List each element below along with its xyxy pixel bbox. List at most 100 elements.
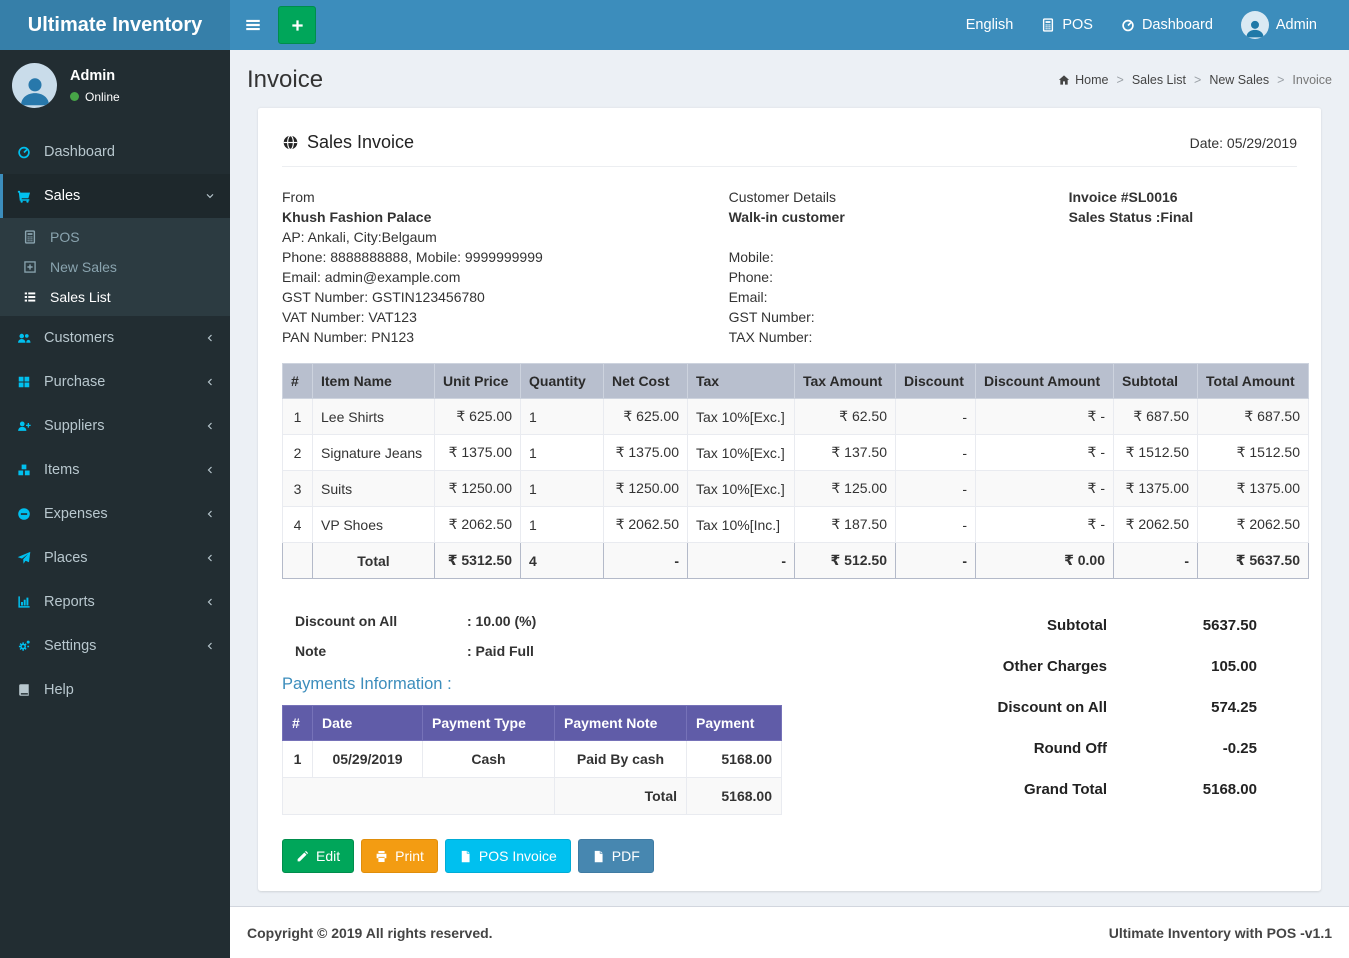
pos-invoice-button[interactable]: POS Invoice	[445, 839, 571, 873]
items-table: # Item Name Unit Price Quantity Net Cost…	[282, 363, 1309, 579]
sidebar-item-suppliers[interactable]: Suppliers	[0, 404, 230, 448]
chevron-down-icon	[205, 191, 215, 201]
pdf-button[interactable]: PDF	[578, 839, 654, 873]
sidebar-item-expenses[interactable]: Expenses	[0, 492, 230, 536]
chevron-left-icon	[205, 597, 215, 607]
summary-round-off: Round Off -0.25	[897, 740, 1257, 757]
calculator-icon	[1041, 18, 1055, 32]
from-block: From Khush Fashion Palace AP: Ankali, Ci…	[282, 187, 729, 347]
main-content: Invoice Home > Sales List > New Sales > …	[230, 50, 1349, 958]
action-buttons: Edit Print POS Invoice PDF	[282, 839, 782, 873]
sidebar-item-sales-list[interactable]: Sales List	[0, 282, 230, 312]
discount-on-all-line: Discount on All : 10.00 (%)	[295, 613, 782, 629]
page-footer: Copyright © 2019 All rights reserved. Ul…	[230, 906, 1349, 958]
plus-square-icon	[21, 260, 39, 274]
cubes-icon	[15, 463, 33, 477]
invoice-meta-block: Invoice #SL0016 Sales Status :Final	[1069, 187, 1297, 347]
chevron-left-icon	[205, 641, 215, 651]
items-table-header-row: # Item Name Unit Price Quantity Net Cost…	[283, 364, 1309, 399]
invoice-card: Sales Invoice Date: 05/29/2019 From Khus…	[258, 107, 1321, 891]
cart-icon	[15, 189, 33, 203]
summary-grand-total: Grand Total 5168.00	[897, 781, 1257, 798]
seller-name: Khush Fashion Palace	[282, 207, 729, 227]
nav-dashboard[interactable]: Dashboard	[1107, 0, 1227, 50]
sidebar-item-sales[interactable]: Sales	[0, 174, 230, 218]
breadcrumb: Home > Sales List > New Sales > Invoice	[1058, 73, 1332, 87]
user-plus-icon	[15, 419, 33, 433]
hamburger-icon	[244, 16, 262, 34]
invoice-bottom-section: Discount on All : 10.00 (%) Note : Paid …	[282, 605, 1297, 873]
customer-block: Customer Details Walk-in customer Mobile…	[729, 187, 1069, 347]
quick-add-button[interactable]	[278, 6, 316, 44]
sidebar: Admin Online Dashboard Sales POS	[0, 50, 230, 958]
sidebar-item-pos[interactable]: POS	[0, 222, 230, 252]
print-button[interactable]: Print	[361, 839, 438, 873]
app-window: Ultimate Inventory English POS Dashboard	[0, 0, 1349, 958]
table-row: 1 05/29/2019 Cash Paid By cash 5168.00	[283, 741, 782, 778]
sidebar-menu: Dashboard Sales POS New Sales Sales Li	[0, 130, 230, 712]
page-title: Invoice	[247, 66, 323, 94]
breadcrumb-new-sales[interactable]: New Sales	[1209, 73, 1269, 87]
minus-circle-icon	[15, 507, 33, 521]
breadcrumb-home[interactable]: Home	[1058, 73, 1108, 87]
sidebar-item-purchase[interactable]: Purchase	[0, 360, 230, 404]
breadcrumb-invoice: Invoice	[1292, 73, 1332, 87]
totals-summary: Subtotal 5637.50 Other Charges 105.00 Di…	[897, 605, 1297, 873]
table-row: 3 Suits ₹ 1250.00 1 ₹ 1250.00 Tax 10%[Ex…	[283, 471, 1309, 507]
top-bar: Ultimate Inventory English POS Dashboard	[0, 0, 1349, 50]
home-icon	[1058, 74, 1070, 86]
plus-icon	[290, 18, 305, 33]
invoice-card-header: Sales Invoice Date: 05/29/2019	[282, 132, 1297, 153]
invoice-date: Date: 05/29/2019	[1190, 135, 1297, 151]
breadcrumb-sales-list[interactable]: Sales List	[1132, 73, 1186, 87]
table-row: 2 Signature Jeans ₹ 1375.00 1 ₹ 1375.00 …	[283, 435, 1309, 471]
bar-chart-icon	[15, 595, 33, 609]
invoice-card-title: Sales Invoice	[282, 132, 414, 153]
sidebar-user-name: Admin	[70, 68, 120, 84]
payments-section: Discount on All : 10.00 (%) Note : Paid …	[282, 605, 782, 873]
sidebar-item-help[interactable]: Help	[0, 668, 230, 712]
nav-language[interactable]: English	[952, 0, 1028, 50]
brand-logo[interactable]: Ultimate Inventory	[0, 0, 230, 50]
copyright-text: Copyright © 2019 All rights reserved.	[247, 925, 493, 941]
sidebar-toggle-button[interactable]	[230, 0, 276, 50]
items-table-total-row: Total ₹ 5312.50 4 - - ₹ 512.50 - ₹ 0.00 …	[283, 543, 1309, 579]
table-row: 4 VP Shoes ₹ 2062.50 1 ₹ 2062.50 Tax 10%…	[283, 507, 1309, 543]
printer-icon	[375, 850, 388, 863]
avatar	[12, 63, 57, 108]
nav-pos[interactable]: POS	[1027, 0, 1107, 50]
book-icon	[15, 683, 33, 697]
nav-user-menu[interactable]: Admin	[1227, 0, 1331, 50]
navbar: English POS Dashboard Admin	[230, 0, 1349, 50]
sidebar-item-reports[interactable]: Reports	[0, 580, 230, 624]
note-line: Note : Paid Full	[295, 643, 782, 659]
sales-submenu: POS New Sales Sales List	[0, 218, 230, 316]
dashboard-icon	[1121, 18, 1135, 32]
paper-plane-icon	[15, 551, 33, 565]
sidebar-item-items[interactable]: Items	[0, 448, 230, 492]
pdf-file-icon	[592, 850, 605, 863]
payments-table: # Date Payment Type Payment Note Payment…	[282, 705, 782, 815]
users-icon	[15, 331, 33, 345]
chevron-left-icon	[205, 421, 215, 431]
sidebar-item-places[interactable]: Places	[0, 536, 230, 580]
user-avatar	[1241, 11, 1269, 39]
sidebar-item-new-sales[interactable]: New Sales	[0, 252, 230, 282]
customer-name: Walk-in customer	[729, 207, 1069, 227]
navbar-right: English POS Dashboard Admin	[952, 0, 1349, 50]
gear-icon	[15, 639, 33, 653]
payments-total-row: Total 5168.00	[283, 778, 782, 815]
dashboard-icon	[15, 145, 33, 159]
edit-button[interactable]: Edit	[282, 839, 354, 873]
chevron-left-icon	[205, 377, 215, 387]
sidebar-user-status: Online	[70, 90, 120, 104]
sidebar-item-customers[interactable]: Customers	[0, 316, 230, 360]
sidebar-item-dashboard[interactable]: Dashboard	[0, 130, 230, 174]
summary-other-charges: Other Charges 105.00	[897, 658, 1257, 675]
summary-subtotal: Subtotal 5637.50	[897, 617, 1257, 634]
chevron-left-icon	[205, 333, 215, 343]
sidebar-item-settings[interactable]: Settings	[0, 624, 230, 668]
calculator-icon	[21, 230, 39, 244]
chevron-left-icon	[205, 465, 215, 475]
list-icon	[21, 290, 39, 304]
